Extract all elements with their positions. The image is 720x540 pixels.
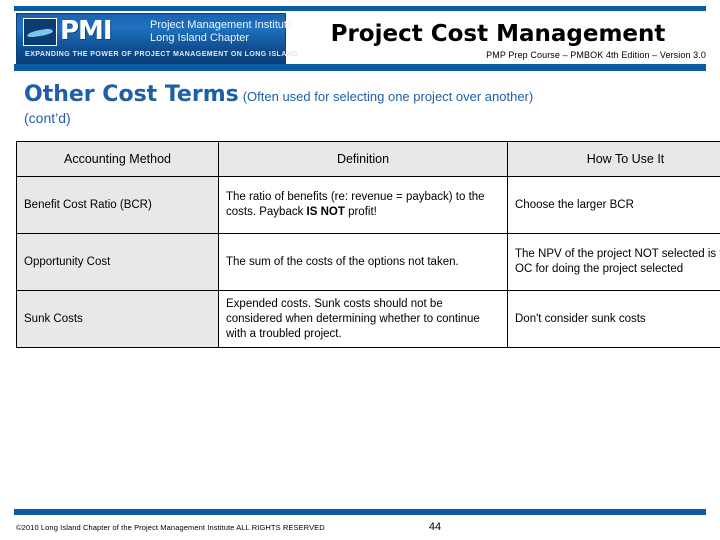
definition-emphasis: IS NOT [306,206,345,218]
definition-text: The sum of the costs of the options not … [226,255,459,268]
table-row: Opportunity Cost The sum of the costs of… [16,233,720,291]
cell-method: Benefit Cost Ratio (BCR) [16,176,219,234]
section-heading-main: Other Cost Terms [24,82,239,107]
slide-page-number: 44 [428,521,442,533]
cell-how-to-use: The NPV of the project NOT selected is t… [507,233,720,291]
slide-subtitle: PMP Prep Course – PMBOK 4th Edition – Ve… [486,50,706,60]
cell-method: Sunk Costs [16,290,219,348]
pmi-logo-mark: PMI [23,18,143,46]
table-header: Accounting Method Definition How To Use … [16,141,720,177]
cell-how-to-use: Don't consider sunk costs [507,290,720,348]
cell-how-to-use: Choose the larger BCR [507,176,720,234]
pmi-logo: PMI Project Management Institute Long Is… [16,13,297,64]
table-row: Benefit Cost Ratio (BCR) The ratio of be… [16,176,720,234]
cell-method: Opportunity Cost [16,233,219,291]
cost-terms-table: Accounting Method Definition How To Use … [16,141,720,348]
slide-title: Project Cost Management [330,21,666,47]
header-accent-bar-bottom [14,64,706,71]
cell-definition: The ratio of benefits (re: revenue = pay… [218,176,508,234]
column-header-accounting-method: Accounting Method [16,141,219,177]
column-header-how-to-use-it: How To Use It [507,141,720,177]
cell-definition: The sum of the costs of the options not … [218,233,508,291]
column-header-definition: Definition [218,141,508,177]
footer-accent-bar [14,509,706,515]
pmi-logo-title: Project Management Institute Long Island… [150,19,293,44]
definition-text-tail: profit! [344,206,377,218]
section-heading-parenthetical: (Often used for selecting one project ov… [242,89,534,104]
definition-text: Expended costs. Sunk costs should not be… [226,297,480,340]
section-heading: Other Cost Terms (Often used for selectin… [24,82,704,127]
pmi-logo-title-line1: Project Management Institute [150,19,294,31]
header-accent-bar-top [14,6,706,11]
table-header-row: Accounting Method Definition How To Use … [16,141,720,177]
table-body: Benefit Cost Ratio (BCR) The ratio of be… [16,176,720,348]
pmi-logo-letters: PMI [60,16,113,46]
table-row: Sunk Costs Expended costs. Sunk costs sh… [16,290,720,348]
section-heading-continued: (cont’d) [24,110,71,126]
pmi-logo-title-line2: Long Island Chapter [150,31,250,44]
long-island-icon [23,18,57,46]
cell-definition: Expended costs. Sunk costs should not be… [218,290,508,348]
pmi-logo-tagline: EXPANDING THE POWER OF PROJECT MANAGEMEN… [25,51,298,58]
